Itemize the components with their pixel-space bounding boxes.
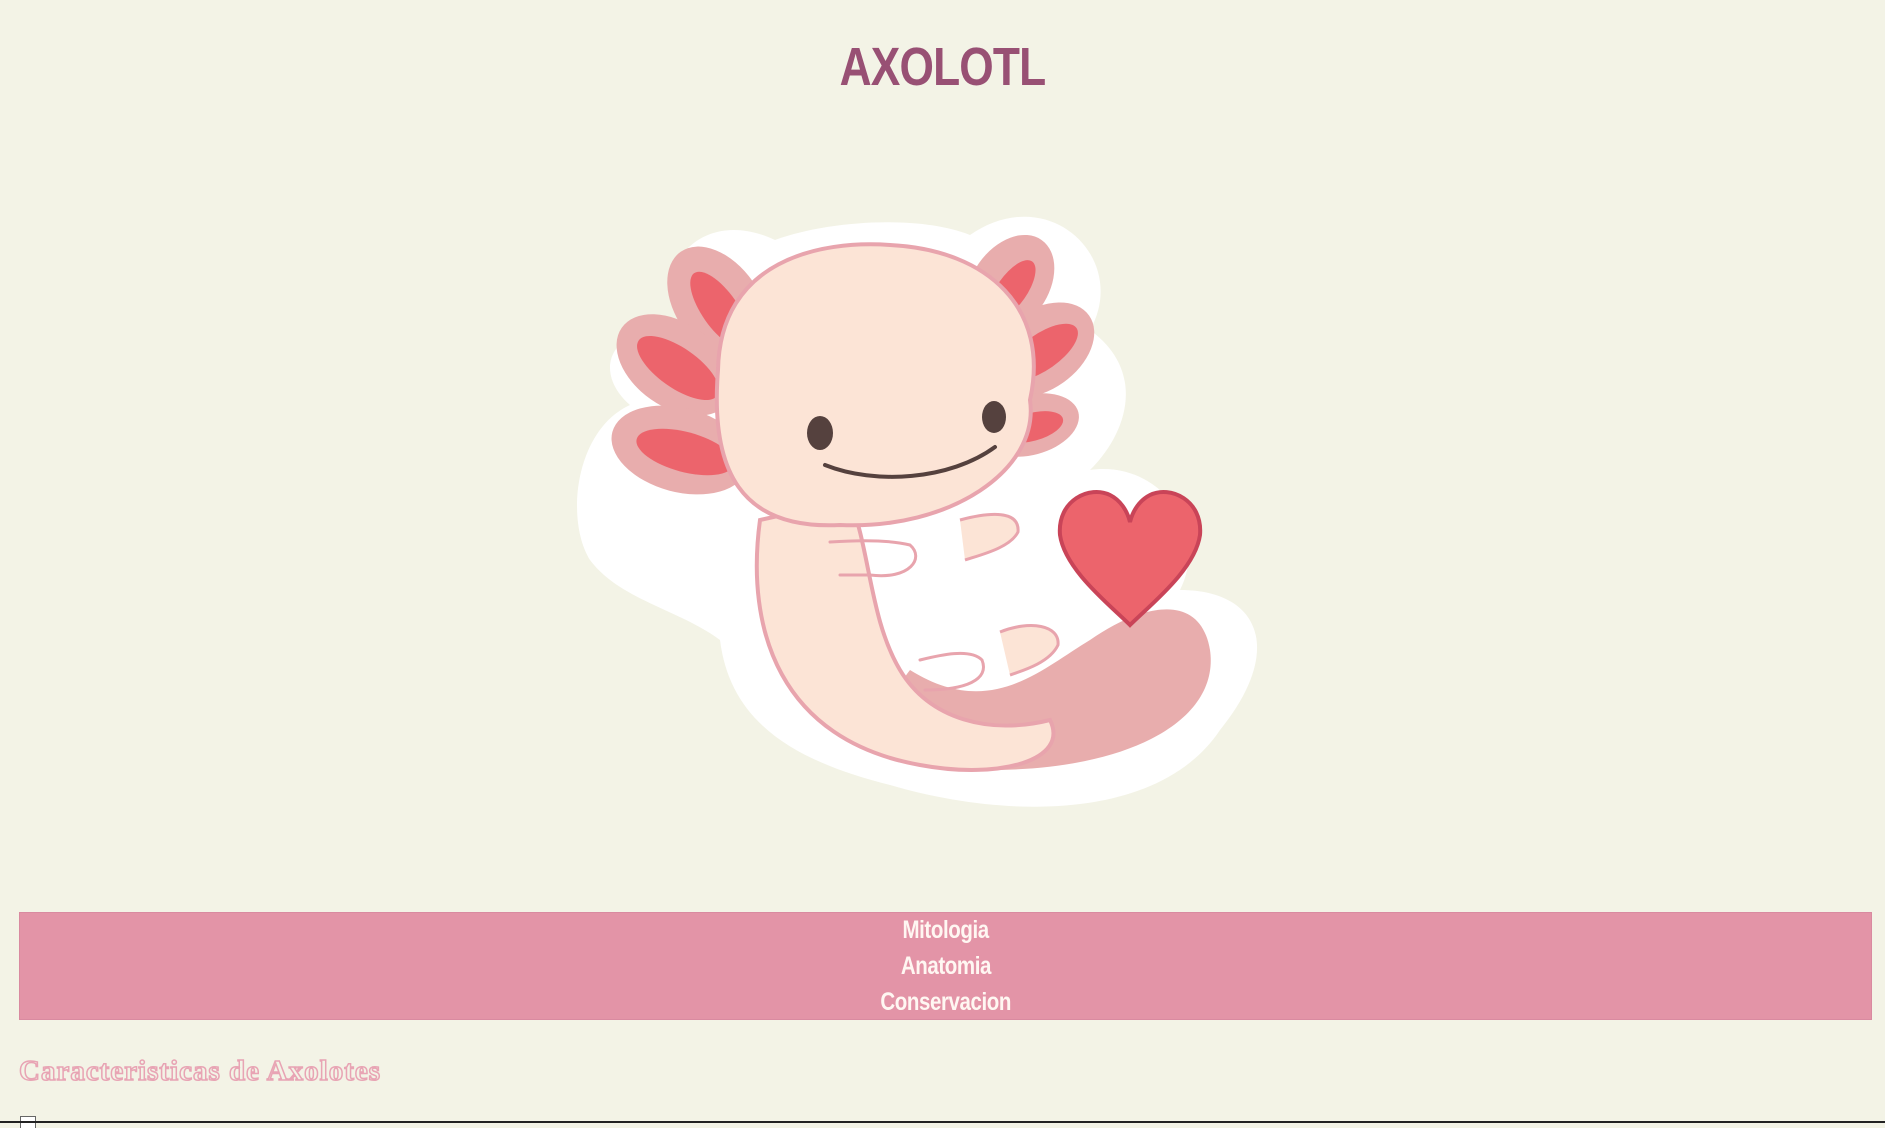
main-nav: Mitologia Anatomia Conservacion <box>19 912 1872 1020</box>
nav-item-anatomia[interactable]: Anatomia <box>900 948 991 984</box>
section-title: Caracteristicas de Axolotes <box>18 1054 382 1088</box>
axolotl-illustration <box>570 200 1330 820</box>
page-title: AXOLOTL <box>839 37 1047 97</box>
nav-item-conservacion[interactable]: Conservacion <box>880 984 1011 1020</box>
nav-item-mitologia[interactable]: Mitologia <box>902 912 989 948</box>
